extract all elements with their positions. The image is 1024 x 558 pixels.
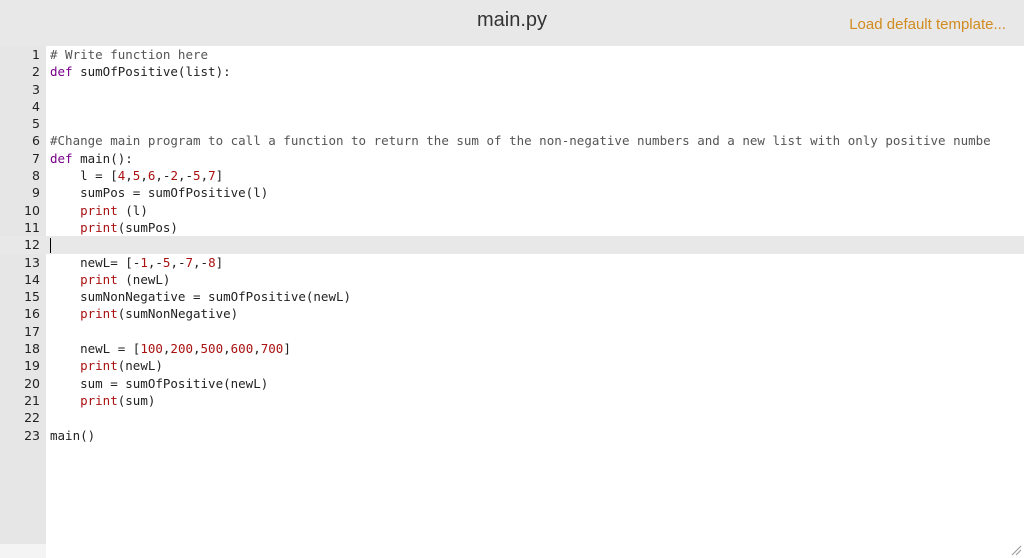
code-text[interactable]: def main():	[50, 150, 133, 167]
line-number: 5	[32, 116, 40, 132]
line-number: 16	[24, 306, 40, 322]
line-number: 2	[32, 64, 40, 80]
line-number: 13	[24, 254, 40, 270]
line-number: 10	[24, 202, 40, 218]
code-line[interactable]: 1 # Write function here	[0, 46, 1024, 63]
code-text[interactable]: def sumOfPositive(list):	[50, 63, 231, 80]
load-default-template-link[interactable]: Load default template...	[849, 16, 1006, 33]
code-text[interactable]	[50, 236, 51, 254]
code-text[interactable]: print(sum)	[50, 392, 155, 409]
code-line[interactable]: 13 newL= [-1,-5,-7,-8]	[0, 254, 1024, 271]
code-text[interactable]: sumNonNegative = sumOfPositive(newL)	[50, 288, 351, 305]
code-line[interactable]: 9 sumPos = sumOfPositive(l)	[0, 184, 1024, 201]
code-line[interactable]: 20 sum = sumOfPositive(newL)	[0, 375, 1024, 392]
editor-header: main.py Load default template...	[0, 0, 1024, 46]
code-text[interactable]: #Change main program to call a function …	[50, 132, 991, 149]
code-line[interactable]: 7 def main():	[0, 150, 1024, 167]
code-line[interactable]: 2 def sumOfPositive(list):	[0, 63, 1024, 80]
line-number: 15	[24, 289, 40, 305]
code-line[interactable]: 12	[0, 236, 1024, 254]
code-line[interactable]: 5	[0, 115, 1024, 132]
line-number: 17	[24, 323, 40, 339]
gutter-bottom	[0, 544, 46, 558]
line-number: 12	[24, 237, 40, 253]
line-number: 8	[32, 168, 40, 184]
code-line[interactable]: 17	[0, 323, 1024, 340]
code-line[interactable]: 11 print(sumPos)	[0, 219, 1024, 236]
line-number: 18	[24, 341, 40, 357]
code-text[interactable]: print (l)	[50, 202, 148, 219]
code-text[interactable]: print (newL)	[50, 271, 170, 288]
line-number: 22	[24, 410, 40, 426]
line-number: 9	[32, 185, 40, 201]
code-editor[interactable]: 1 # Write function here 2 def sumOfPositive…	[0, 46, 1024, 558]
code-text[interactable]: print(sumNonNegative)	[50, 305, 238, 322]
line-number: 23	[24, 427, 40, 443]
line-number: 3	[32, 81, 40, 97]
code-lines[interactable]: 1 # Write function here 2 def sumOfPositive…	[0, 46, 1024, 444]
line-number: 7	[32, 150, 40, 166]
code-text[interactable]: newL= [-1,-5,-7,-8]	[50, 254, 223, 271]
code-line[interactable]: 18 newL = [100,200,500,600,700]	[0, 340, 1024, 357]
code-line[interactable]: 15 sumNonNegative = sumOfPositive(newL)	[0, 288, 1024, 305]
code-text[interactable]: sumPos = sumOfPositive(l)	[50, 184, 268, 201]
code-text[interactable]: print(newL)	[50, 357, 163, 374]
code-line[interactable]: 22	[0, 409, 1024, 426]
line-number: 20	[24, 375, 40, 391]
text-cursor	[50, 238, 51, 254]
code-text[interactable]: sum = sumOfPositive(newL)	[50, 375, 268, 392]
code-text[interactable]: main()	[50, 427, 95, 444]
code-line[interactable]: 4	[0, 98, 1024, 115]
line-number: 1	[32, 47, 40, 62]
code-text[interactable]: l = [4,5,6,-2,-5,7]	[50, 167, 223, 184]
line-number: 6	[32, 133, 40, 149]
code-line[interactable]: 3	[0, 81, 1024, 98]
line-number: 21	[24, 392, 40, 408]
code-line[interactable]: 21 print(sum)	[0, 392, 1024, 409]
code-line[interactable]: 6 #Change main program to call a function…	[0, 132, 1024, 149]
resize-handle-icon[interactable]	[1010, 544, 1022, 556]
code-text[interactable]: newL = [100,200,500,600,700]	[50, 340, 291, 357]
line-number: 14	[24, 271, 40, 287]
code-line[interactable]: 10 print (l)	[0, 202, 1024, 219]
code-text[interactable]: print(sumPos)	[50, 219, 178, 236]
code-line[interactable]: 14 print (newL)	[0, 271, 1024, 288]
code-text[interactable]: # Write function here	[50, 46, 208, 63]
code-line[interactable]: 23 main()	[0, 427, 1024, 444]
code-line[interactable]: 8 l = [4,5,6,-2,-5,7]	[0, 167, 1024, 184]
line-number: 11	[24, 219, 40, 235]
code-line[interactable]: 19 print(newL)	[0, 357, 1024, 374]
line-number: 19	[24, 358, 40, 374]
code-line[interactable]: 16 print(sumNonNegative)	[0, 305, 1024, 322]
line-number: 4	[32, 98, 40, 114]
